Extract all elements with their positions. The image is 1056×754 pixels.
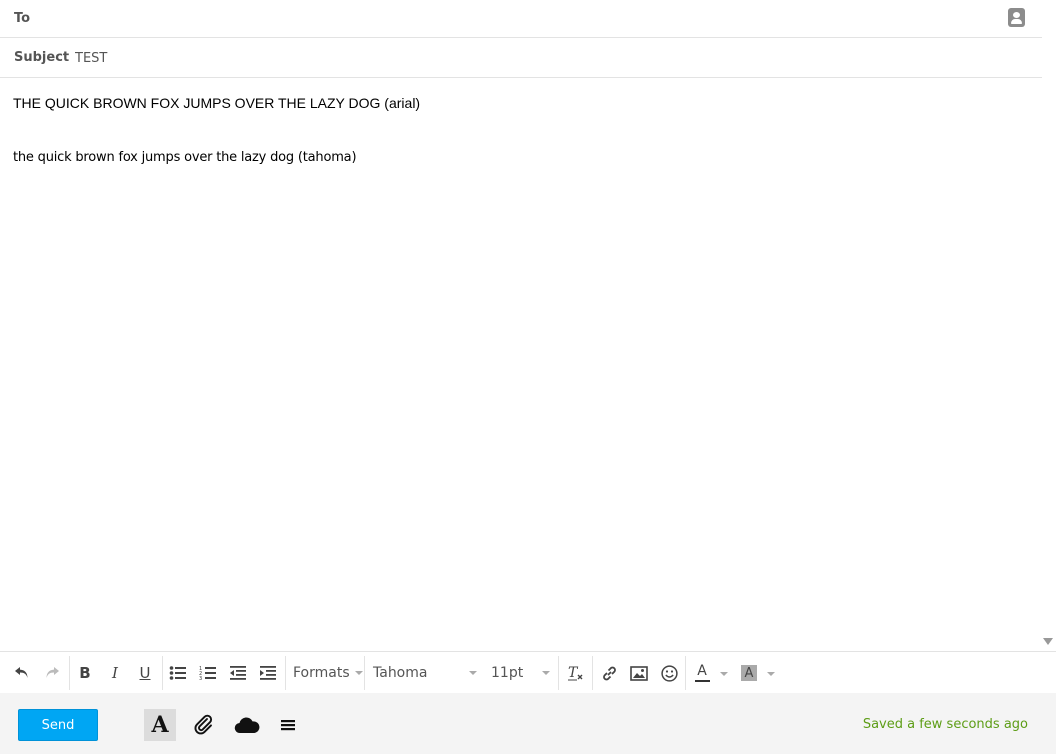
send-button[interactable]: Send [18, 709, 98, 741]
toolbar-divider [364, 656, 365, 690]
formatting-toolbar: B I U 123 Formats Tahoma 11pt T A A [0, 651, 1056, 693]
subject-label: Subject [14, 50, 70, 65]
text-color-swatch [694, 680, 710, 682]
svg-text:3: 3 [199, 676, 202, 681]
compose-footer: Send A Saved a few seconds ago [0, 693, 1056, 754]
bullet-list-icon[interactable] [166, 661, 190, 685]
background-color-button[interactable]: A [737, 661, 761, 685]
chevron-down-icon [542, 671, 550, 675]
scroll-down-arrow-icon[interactable] [1043, 638, 1053, 645]
toolbar-divider [285, 656, 286, 690]
subject-input[interactable] [75, 46, 975, 70]
saved-status: Saved a few seconds ago [862, 717, 1028, 732]
toolbar-divider [558, 656, 559, 690]
undo-icon[interactable] [10, 661, 34, 685]
toolbar-divider [685, 656, 686, 690]
attachment-icon[interactable] [190, 711, 218, 739]
insert-image-icon[interactable] [627, 661, 651, 685]
emoji-icon[interactable] [657, 661, 681, 685]
toolbar-divider [162, 656, 163, 690]
underline-button[interactable]: U [133, 661, 157, 685]
redo-icon[interactable] [40, 661, 64, 685]
clear-formatting-icon[interactable]: T [564, 661, 588, 685]
subject-row: Subject [0, 38, 1042, 78]
toolbar-divider [69, 656, 70, 690]
svg-text:T: T [568, 665, 579, 681]
format-toggle-button[interactable]: A [144, 709, 176, 741]
chevron-down-icon[interactable] [767, 672, 775, 676]
format-text-icon: A [151, 712, 169, 738]
to-label: To [14, 11, 31, 26]
indent-icon[interactable] [256, 661, 280, 685]
body-line-tahoma: the quick brown fox jumps over the lazy … [13, 150, 357, 165]
italic-button[interactable]: I [103, 661, 127, 685]
chevron-down-icon [469, 671, 477, 675]
to-input[interactable] [40, 6, 990, 32]
bold-button[interactable]: B [73, 661, 97, 685]
font-family-dropdown[interactable]: Tahoma [373, 661, 477, 685]
numbered-list-icon[interactable]: 123 [196, 661, 220, 685]
cloud-icon[interactable] [233, 711, 261, 739]
chevron-down-icon [354, 671, 363, 675]
formats-label: Formats [293, 665, 350, 681]
text-color-button[interactable]: A [690, 661, 714, 685]
font-family-value: Tahoma [373, 665, 428, 681]
formats-dropdown[interactable]: Formats [293, 661, 363, 685]
message-body-editor[interactable]: THE QUICK BROWN FOX JUMPS OVER THE LAZY … [0, 78, 1042, 650]
more-options-menu-icon[interactable] [274, 711, 302, 739]
font-size-dropdown[interactable]: 11pt [491, 661, 550, 685]
toolbar-divider [592, 656, 593, 690]
body-line-arial: THE QUICK BROWN FOX JUMPS OVER THE LAZY … [13, 95, 421, 111]
to-row: To [0, 0, 1042, 38]
font-size-value: 11pt [491, 665, 524, 681]
chevron-down-icon[interactable] [720, 672, 728, 676]
link-icon[interactable] [597, 661, 621, 685]
outdent-icon[interactable] [226, 661, 250, 685]
contacts-book-icon[interactable] [1008, 8, 1025, 27]
